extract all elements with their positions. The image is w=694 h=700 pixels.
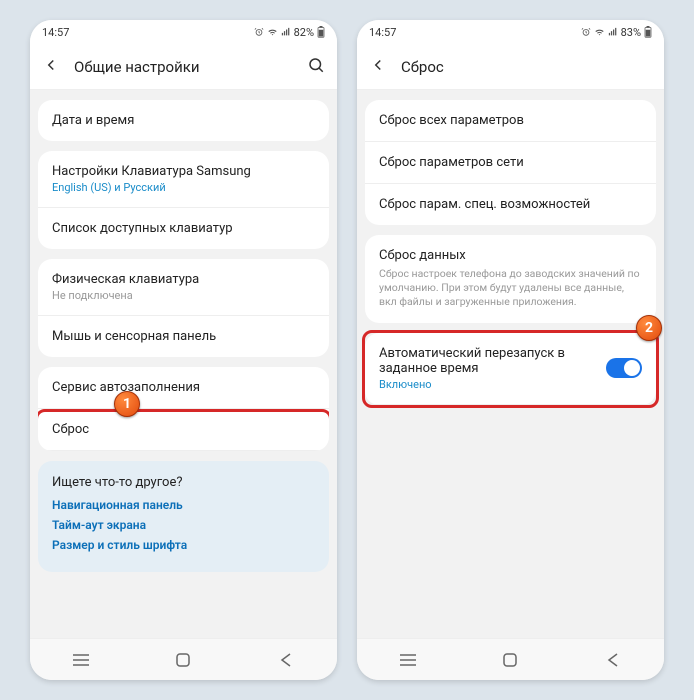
row-label: Сброс параметров сети — [379, 155, 642, 170]
wifi-icon — [267, 27, 278, 37]
alarm-icon — [581, 27, 591, 37]
row-label: Сброс данных — [379, 248, 642, 263]
row-label: Дата и время — [52, 113, 315, 128]
nav-recents-icon[interactable] — [72, 651, 90, 669]
row-label: Автоматический перезапуск в заданное вре… — [379, 346, 604, 376]
back-icon[interactable] — [369, 56, 387, 78]
row-samsung-keyboard[interactable]: Настройки Клавиатура Samsung English (US… — [38, 151, 329, 208]
nav-bar — [30, 638, 337, 680]
suggest-title: Ищете что-то другое? — [52, 475, 315, 490]
group-datetime: Дата и время — [38, 100, 329, 141]
back-icon[interactable] — [42, 56, 60, 78]
row-reset-accessibility[interactable]: Сброс парам. спец. возможностей — [365, 184, 656, 225]
row-label: Сервис автозаполнения — [52, 380, 315, 395]
row-label: Сброс всех параметров — [379, 113, 642, 128]
step-marker-1: 1 — [114, 391, 140, 417]
row-label: Настройки Клавиатура Samsung — [52, 164, 315, 179]
header: Общие настройки — [30, 44, 337, 90]
nav-back-icon[interactable] — [604, 651, 622, 669]
group-resets: Сброс всех параметров Сброс параметров с… — [365, 100, 656, 225]
group-input: Физическая клавиатура Не подключена Мышь… — [38, 259, 329, 357]
nav-back-icon[interactable] — [277, 651, 295, 669]
suggestions: Ищете что-то другое? Навигационная панел… — [38, 461, 329, 572]
alarm-icon — [254, 27, 264, 37]
status-right: 82% — [254, 26, 325, 39]
search-icon[interactable] — [307, 56, 325, 78]
nav-home-icon[interactable] — [174, 651, 192, 669]
nav-home-icon[interactable] — [501, 651, 519, 669]
auto-restart-toggle[interactable] — [606, 358, 642, 378]
row-sublabel: Не подключена — [52, 289, 315, 302]
group-auto: Автоматический перезапуск в заданное вре… — [365, 333, 656, 405]
row-reset-data[interactable]: Сброс данных Сброс настроек телефона до … — [365, 235, 656, 323]
nav-recents-icon[interactable] — [399, 651, 417, 669]
content[interactable]: Дата и время Настройки Клавиатура Samsun… — [30, 90, 337, 638]
row-autofill[interactable]: Сервис автозаполнения — [38, 367, 329, 409]
status-battery: 82% — [294, 26, 314, 39]
status-time: 14:57 — [42, 26, 69, 39]
phone-right: 14:57 83% Сброс — [357, 20, 664, 680]
row-auto-restart[interactable]: Автоматический перезапуск в заданное вре… — [365, 333, 656, 405]
row-label: Физическая клавиатура — [52, 272, 315, 287]
row-label: Мышь и сенсорная панель — [52, 329, 315, 344]
screen-right: 14:57 83% Сброс — [357, 20, 664, 680]
row-physical-keyboard[interactable]: Физическая клавиатура Не подключена — [38, 259, 329, 316]
row-description: Сброс настроек телефона до заводских зна… — [379, 267, 642, 310]
signal-icon — [608, 27, 618, 37]
suggest-link-nav[interactable]: Навигационная панель — [52, 498, 315, 512]
row-keyboard-list[interactable]: Список доступных клавиатур — [38, 208, 329, 249]
battery-icon — [317, 26, 325, 38]
content[interactable]: Сброс всех параметров Сброс параметров с… — [357, 90, 664, 638]
row-label: Сброс парам. спец. возможностей — [379, 197, 642, 212]
row-sublabel: English (US) и Русский — [52, 181, 315, 194]
row-reset[interactable]: Сброс — [38, 409, 329, 451]
suggest-link-timeout[interactable]: Тайм-аут экрана — [52, 518, 315, 532]
group-keyboard: Настройки Клавиатура Samsung English (US… — [38, 151, 329, 249]
suggest-link-font[interactable]: Размер и стиль шрифта — [52, 538, 315, 552]
screen-left: 14:57 82% Общие настрой — [30, 20, 337, 680]
phone-left: 14:57 82% Общие настрой — [30, 20, 337, 680]
row-sublabel: Включено — [379, 378, 604, 391]
group-data: Сброс данных Сброс настроек телефона до … — [365, 235, 656, 323]
step-marker-2: 2 — [636, 315, 662, 341]
row-mouse[interactable]: Мышь и сенсорная панель — [38, 316, 329, 357]
battery-icon — [644, 26, 652, 38]
header: Сброс — [357, 44, 664, 90]
status-bar: 14:57 83% — [357, 20, 664, 44]
group-other: Сервис автозаполнения Сброс 1 — [38, 367, 329, 451]
wifi-icon — [594, 27, 605, 37]
row-datetime[interactable]: Дата и время — [38, 100, 329, 141]
page-title: Сброс — [401, 58, 652, 76]
row-reset-all[interactable]: Сброс всех параметров — [365, 100, 656, 142]
status-right: 83% — [581, 26, 652, 39]
status-bar: 14:57 82% — [30, 20, 337, 44]
row-label: Список доступных клавиатур — [52, 221, 315, 236]
status-time: 14:57 — [369, 26, 396, 39]
row-label: Сброс — [52, 422, 315, 437]
page-title: Общие настройки — [74, 58, 293, 76]
nav-bar — [357, 638, 664, 680]
status-battery: 83% — [621, 26, 641, 39]
row-reset-network[interactable]: Сброс параметров сети — [365, 142, 656, 184]
signal-icon — [281, 27, 291, 37]
